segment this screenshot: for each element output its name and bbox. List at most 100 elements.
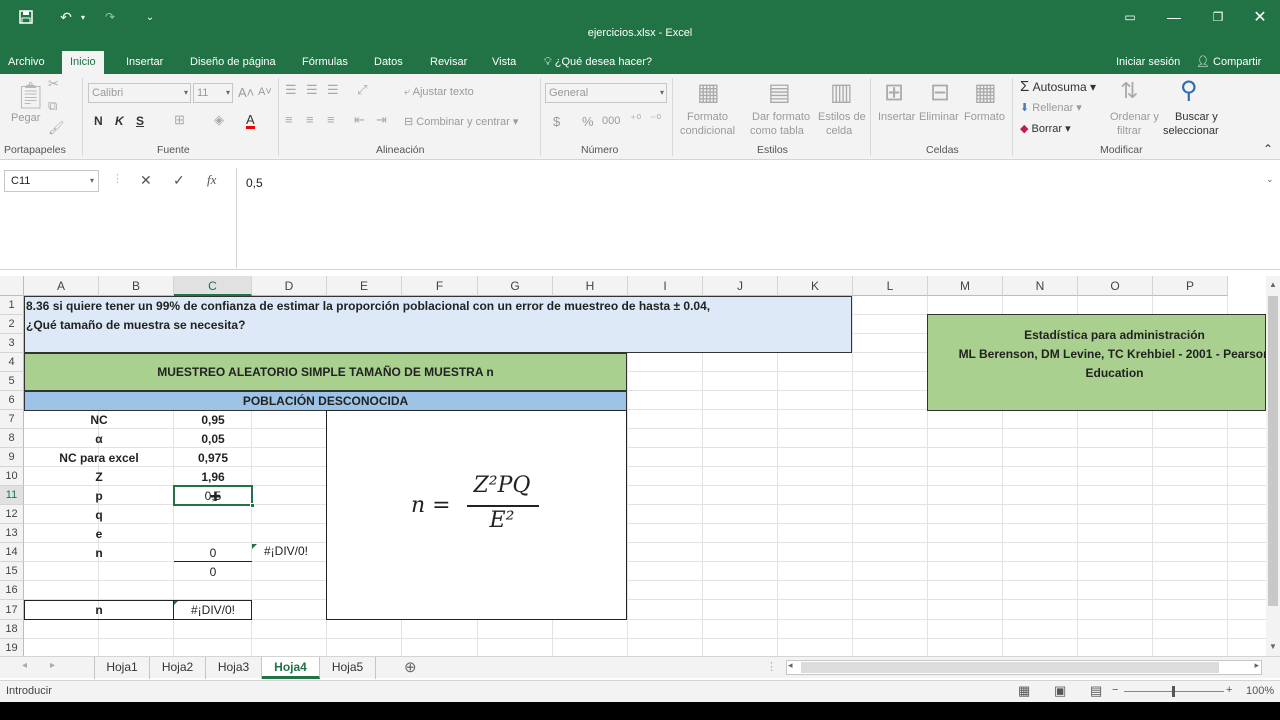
row-header-4[interactable]: 4: [0, 353, 24, 372]
column-header-a[interactable]: A: [24, 276, 99, 296]
page-layout-view-icon[interactable]: ▣: [1054, 683, 1066, 699]
row-header-2[interactable]: 2: [0, 315, 24, 334]
label-cell[interactable]: p: [24, 487, 174, 505]
share-button[interactable]: 👤︎ Compartir: [1188, 51, 1269, 74]
tab-vista[interactable]: Vista: [484, 51, 524, 74]
column-header-l[interactable]: L: [853, 276, 928, 296]
zoom-in-icon[interactable]: +: [1226, 684, 1232, 696]
value-cell[interactable]: 1,96: [174, 468, 252, 486]
tab-archivo[interactable]: Archivo: [0, 51, 53, 74]
sheet-tab-hoja3[interactable]: Hoja3: [206, 657, 262, 679]
tab-datos[interactable]: Datos: [366, 51, 411, 74]
row-header-15[interactable]: 15: [0, 562, 24, 581]
sheet-tab-hoja4[interactable]: Hoja4: [262, 657, 320, 679]
zoom-out-icon[interactable]: −: [1112, 684, 1118, 696]
tab-revisar[interactable]: Revisar: [422, 51, 475, 74]
signin-link[interactable]: Iniciar sesión: [1108, 51, 1188, 74]
row-header-10[interactable]: 10: [0, 467, 24, 486]
column-header-n[interactable]: N: [1003, 276, 1078, 296]
collapse-ribbon-icon[interactable]: ⌃: [1263, 142, 1273, 156]
select-all-corner[interactable]: [0, 276, 24, 296]
label-cell[interactable]: e: [24, 525, 174, 543]
label-cell[interactable]: q: [24, 506, 174, 524]
value-cell[interactable]: 0,05: [174, 430, 252, 448]
hscroll-thumb[interactable]: [801, 662, 1219, 673]
column-header-f[interactable]: F: [402, 276, 478, 296]
sheet-tab-hoja1[interactable]: Hoja1: [94, 657, 150, 679]
tab-diseno[interactable]: Diseño de página: [182, 51, 284, 74]
minimize-icon[interactable]: —: [1162, 0, 1186, 34]
zoom-slider-thumb[interactable]: [1172, 686, 1175, 697]
value-cell[interactable]: 0: [174, 563, 252, 581]
page-break-view-icon[interactable]: ▤: [1090, 683, 1102, 699]
column-header-i[interactable]: I: [628, 276, 703, 296]
ribbon-display-icon[interactable]: ▭: [1118, 0, 1142, 34]
formula-image[interactable]: n = Z²PQ E²: [326, 410, 627, 620]
find-line1[interactable]: Buscar y: [1175, 111, 1218, 123]
column-header-c[interactable]: C: [174, 276, 252, 296]
label-cell[interactable]: NC para excel: [24, 449, 174, 467]
sheet-tab-hoja5[interactable]: Hoja5: [320, 657, 376, 679]
name-box[interactable]: C11 ▾: [4, 170, 99, 192]
column-header-h[interactable]: H: [553, 276, 628, 296]
row-header-1[interactable]: 1: [0, 296, 24, 315]
column-header-p[interactable]: P: [1153, 276, 1228, 296]
sheet-tab-hoja2[interactable]: Hoja2: [150, 657, 206, 679]
cell-d14[interactable]: #¡DIV/0!: [264, 542, 308, 560]
split-handle-icon[interactable]: ⋮: [766, 660, 777, 673]
find-icon[interactable]: ⚲: [1180, 76, 1198, 105]
label-cell[interactable]: Z: [24, 468, 174, 486]
row-header-12[interactable]: 12: [0, 505, 24, 524]
row-header-14[interactable]: 14: [0, 543, 24, 562]
formula-input[interactable]: 0,5: [236, 168, 1274, 268]
value-cell[interactable]: 0: [174, 544, 252, 562]
value-cell[interactable]: 0,95: [174, 411, 252, 429]
scroll-right-icon[interactable]: ▸: [1254, 660, 1259, 671]
row-header-13[interactable]: 13: [0, 524, 24, 543]
next-sheet-icon[interactable]: ▸: [50, 660, 55, 671]
row-header-18[interactable]: 18: [0, 620, 24, 639]
normal-view-icon[interactable]: ▦: [1018, 683, 1030, 699]
row-header-6[interactable]: 6: [0, 391, 24, 410]
column-header-d[interactable]: D: [252, 276, 327, 296]
confirm-entry-icon[interactable]: ✓: [173, 172, 185, 189]
row-header-11[interactable]: 11: [0, 486, 24, 505]
value-cell[interactable]: 0,975: [174, 449, 252, 467]
column-header-o[interactable]: O: [1078, 276, 1153, 296]
tell-me-search[interactable]: 💡︎ ¿Qué desea hacer?: [536, 51, 660, 74]
scroll-down-icon[interactable]: ▼: [1269, 642, 1277, 651]
label-cell[interactable]: α: [24, 430, 174, 448]
column-header-g[interactable]: G: [478, 276, 553, 296]
tab-inicio[interactable]: Inicio: [62, 51, 104, 74]
column-header-m[interactable]: M: [928, 276, 1003, 296]
autosum-button[interactable]: Σ Autosuma ▾: [1020, 78, 1096, 95]
zoom-level[interactable]: 100%: [1246, 685, 1274, 697]
row-header-17[interactable]: 17: [0, 600, 24, 620]
close-icon[interactable]: ✕: [1248, 0, 1272, 34]
tab-insertar[interactable]: Insertar: [118, 51, 171, 74]
row-header-7[interactable]: 7: [0, 410, 24, 429]
row-header-5[interactable]: 5: [0, 372, 24, 391]
insert-function-icon[interactable]: fx: [207, 172, 216, 188]
column-header-k[interactable]: K: [778, 276, 853, 296]
clear-button[interactable]: ◆ Borrar ▾: [1020, 122, 1071, 135]
expand-formula-bar-icon[interactable]: ⌄: [1266, 174, 1274, 185]
row-header-8[interactable]: 8: [0, 429, 24, 448]
column-header-j[interactable]: J: [703, 276, 778, 296]
worksheet-grid[interactable]: ABCDEFGHIJKLMNOP 1 2 3 4 5 6 7 8 9 10 11 12 13 14 15 16…: [0, 276, 1266, 656]
row-header-19[interactable]: 19: [0, 639, 24, 656]
column-header-e[interactable]: E: [327, 276, 402, 296]
row-header-9[interactable]: 9: [0, 448, 24, 467]
tab-formulas[interactable]: Fórmulas: [294, 51, 356, 74]
label-cell[interactable]: n: [24, 544, 174, 562]
row-header-3[interactable]: 3: [0, 334, 24, 353]
label-cell[interactable]: NC: [24, 411, 174, 429]
scroll-up-icon[interactable]: ▲: [1269, 280, 1277, 289]
vertical-scrollbar[interactable]: ▲ ▼: [1266, 276, 1280, 656]
scroll-thumb[interactable]: [1268, 296, 1278, 606]
row-header-16[interactable]: 16: [0, 581, 24, 600]
prev-sheet-icon[interactable]: ◂: [22, 660, 27, 671]
column-header-b[interactable]: B: [99, 276, 174, 296]
fill-handle[interactable]: [250, 503, 255, 508]
find-line2[interactable]: seleccionar: [1163, 125, 1219, 137]
